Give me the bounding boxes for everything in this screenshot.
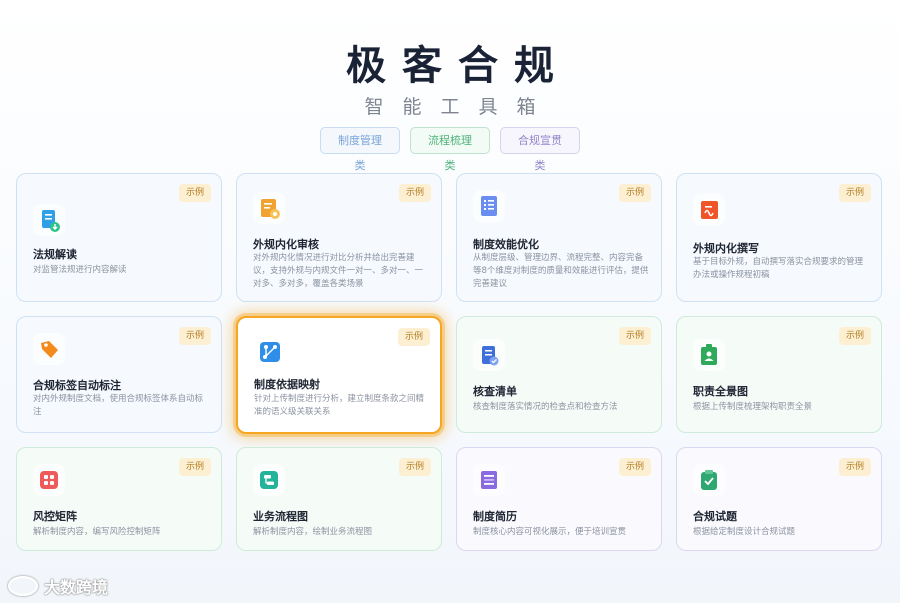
- tool-card-external-internalization-writing[interactable]: 示例 外规内化撰写 基于目标外规，自动撰写落实合规要求的管理办法或操作规程初稿: [676, 173, 882, 302]
- tool-card-external-internalization-review[interactable]: 示例 外规内化审核 对外规内化情况进行对比分析并给出完善建议，支持外规与内规文件…: [236, 173, 442, 302]
- tool-name: 制度依据映射: [254, 378, 320, 391]
- tool-card-compliance-exam[interactable]: 示例 合规试题 根据给定制度设计合规试题: [676, 447, 882, 551]
- example-badge: 示例: [618, 327, 651, 345]
- tool-description: 对监管法规进行内容解读: [33, 265, 127, 275]
- tab-compliance-promotion[interactable]: 合规宣贯类: [500, 127, 580, 172]
- tool-name: 业务流程图: [253, 510, 308, 523]
- checklist-icon: [473, 190, 505, 222]
- page-title: 极客合规: [346, 43, 570, 89]
- example-badge: 示例: [838, 327, 871, 345]
- tool-description: 对内外规制度文档，使用合规标签体系自动标注: [33, 394, 204, 417]
- page-subtitle: 智能工具箱: [364, 96, 555, 118]
- tool-name: 核查清单: [473, 385, 517, 398]
- watermark: 大数跨境: [8, 574, 108, 598]
- tool-description: 根据给定制度设计合规试题: [693, 527, 796, 537]
- example-badge: 示例: [397, 328, 430, 346]
- exam-icon: [693, 464, 725, 496]
- resume-icon: [473, 464, 505, 496]
- watermark-text: 大数跨境: [44, 578, 109, 597]
- tool-description: 从制度层级、管理边界、流程完整、内容完备等8个维度对制度的质量和效能进行评估，提…: [473, 253, 649, 289]
- mapping-icon: [254, 336, 286, 368]
- document-download-icon: [33, 204, 65, 236]
- flowchart-icon: [253, 464, 285, 496]
- tab-policy-management[interactable]: 制度管理类: [320, 127, 400, 172]
- example-badge: 示例: [838, 458, 871, 476]
- tool-description: 核查制度落实情况的检查点和检查方法: [473, 402, 618, 412]
- tool-card-regulation-interpretation[interactable]: 示例 法规解读 对监管法规进行内容解读: [16, 173, 222, 302]
- tool-description: 对外规内化情况进行对比分析并给出完善建议，支持外规与内规文件一对一、多对一、一对…: [253, 253, 424, 289]
- tool-description: 根据上传制度梳理架构职责全景: [693, 402, 813, 412]
- tool-card-risk-control-matrix[interactable]: 示例 风控矩阵 解析制度内容，编写风险控制矩阵: [16, 447, 222, 551]
- tool-name: 合规标签自动标注: [33, 379, 121, 392]
- tool-name: 法规解读: [33, 248, 77, 261]
- clipboard-icon: [473, 339, 505, 371]
- tool-card-business-flowchart[interactable]: 示例 业务流程图 解析制度内容，绘制业务流程图: [236, 447, 442, 551]
- tool-card-responsibility-panorama[interactable]: 示例 职责全景图 根据上传制度梳理架构职责全景: [676, 316, 882, 433]
- category-tabs: 制度管理类 流程梳理类 合规宣贯类: [0, 127, 900, 172]
- tool-description: 解析制度内容，绘制业务流程图: [253, 527, 373, 537]
- example-badge: 示例: [398, 458, 431, 476]
- tab-process-sorting[interactable]: 流程梳理类: [410, 127, 490, 172]
- tool-description: 基于目标外规，自动撰写落实合规要求的管理办法或操作规程初稿: [693, 257, 864, 280]
- tool-name: 外规内化撰写: [693, 242, 759, 255]
- tool-description: 制度核心内容可视化展示，便于培训宣贯: [473, 527, 627, 537]
- example-badge: 示例: [838, 184, 871, 202]
- tool-card-compliance-tag-annotation[interactable]: 示例 合规标签自动标注 对内外规制度文档，使用合规标签体系自动标注: [16, 316, 222, 433]
- tool-card-inspection-checklist[interactable]: 示例 核查清单 核查制度落实情况的检查点和检查方法: [456, 316, 662, 433]
- tool-name: 制度效能优化: [473, 238, 539, 251]
- write-icon: [693, 194, 725, 226]
- tool-description: 解析制度内容，编写风险控制矩阵: [33, 527, 161, 537]
- tool-card-policy-basis-mapping[interactable]: 示例 制度依据映射 针对上传制度进行分析，建立制度条款之间精准的语义级关联关系: [236, 316, 442, 434]
- example-badge: 示例: [398, 184, 431, 202]
- example-badge: 示例: [178, 184, 211, 202]
- watermark-logo-icon: [8, 576, 38, 596]
- id-card-icon: [693, 339, 725, 371]
- example-badge: 示例: [178, 458, 211, 476]
- tool-card-policy-resume[interactable]: 示例 制度简历 制度核心内容可视化展示，便于培训宣贯: [456, 447, 662, 551]
- tool-name: 职责全景图: [693, 385, 748, 398]
- tool-name: 合规试题: [693, 510, 737, 523]
- tool-name: 制度简历: [473, 510, 517, 523]
- tag-icon: [33, 333, 65, 365]
- example-badge: 示例: [618, 184, 651, 202]
- review-icon: [253, 192, 285, 224]
- grid-icon: [33, 464, 65, 496]
- example-badge: 示例: [618, 458, 651, 476]
- header: 极客合规 智能工具箱: [0, 38, 900, 120]
- tool-name: 外规内化审核: [253, 238, 319, 251]
- tool-description: 针对上传制度进行分析，建立制度条款之间精准的语义级关联关系: [254, 394, 425, 417]
- tool-name: 风控矩阵: [33, 510, 77, 523]
- tool-card-policy-efficiency-optimization[interactable]: 示例 制度效能优化 从制度层级、管理边界、流程完整、内容完备等8个维度对制度的质…: [456, 173, 662, 302]
- example-badge: 示例: [178, 327, 211, 345]
